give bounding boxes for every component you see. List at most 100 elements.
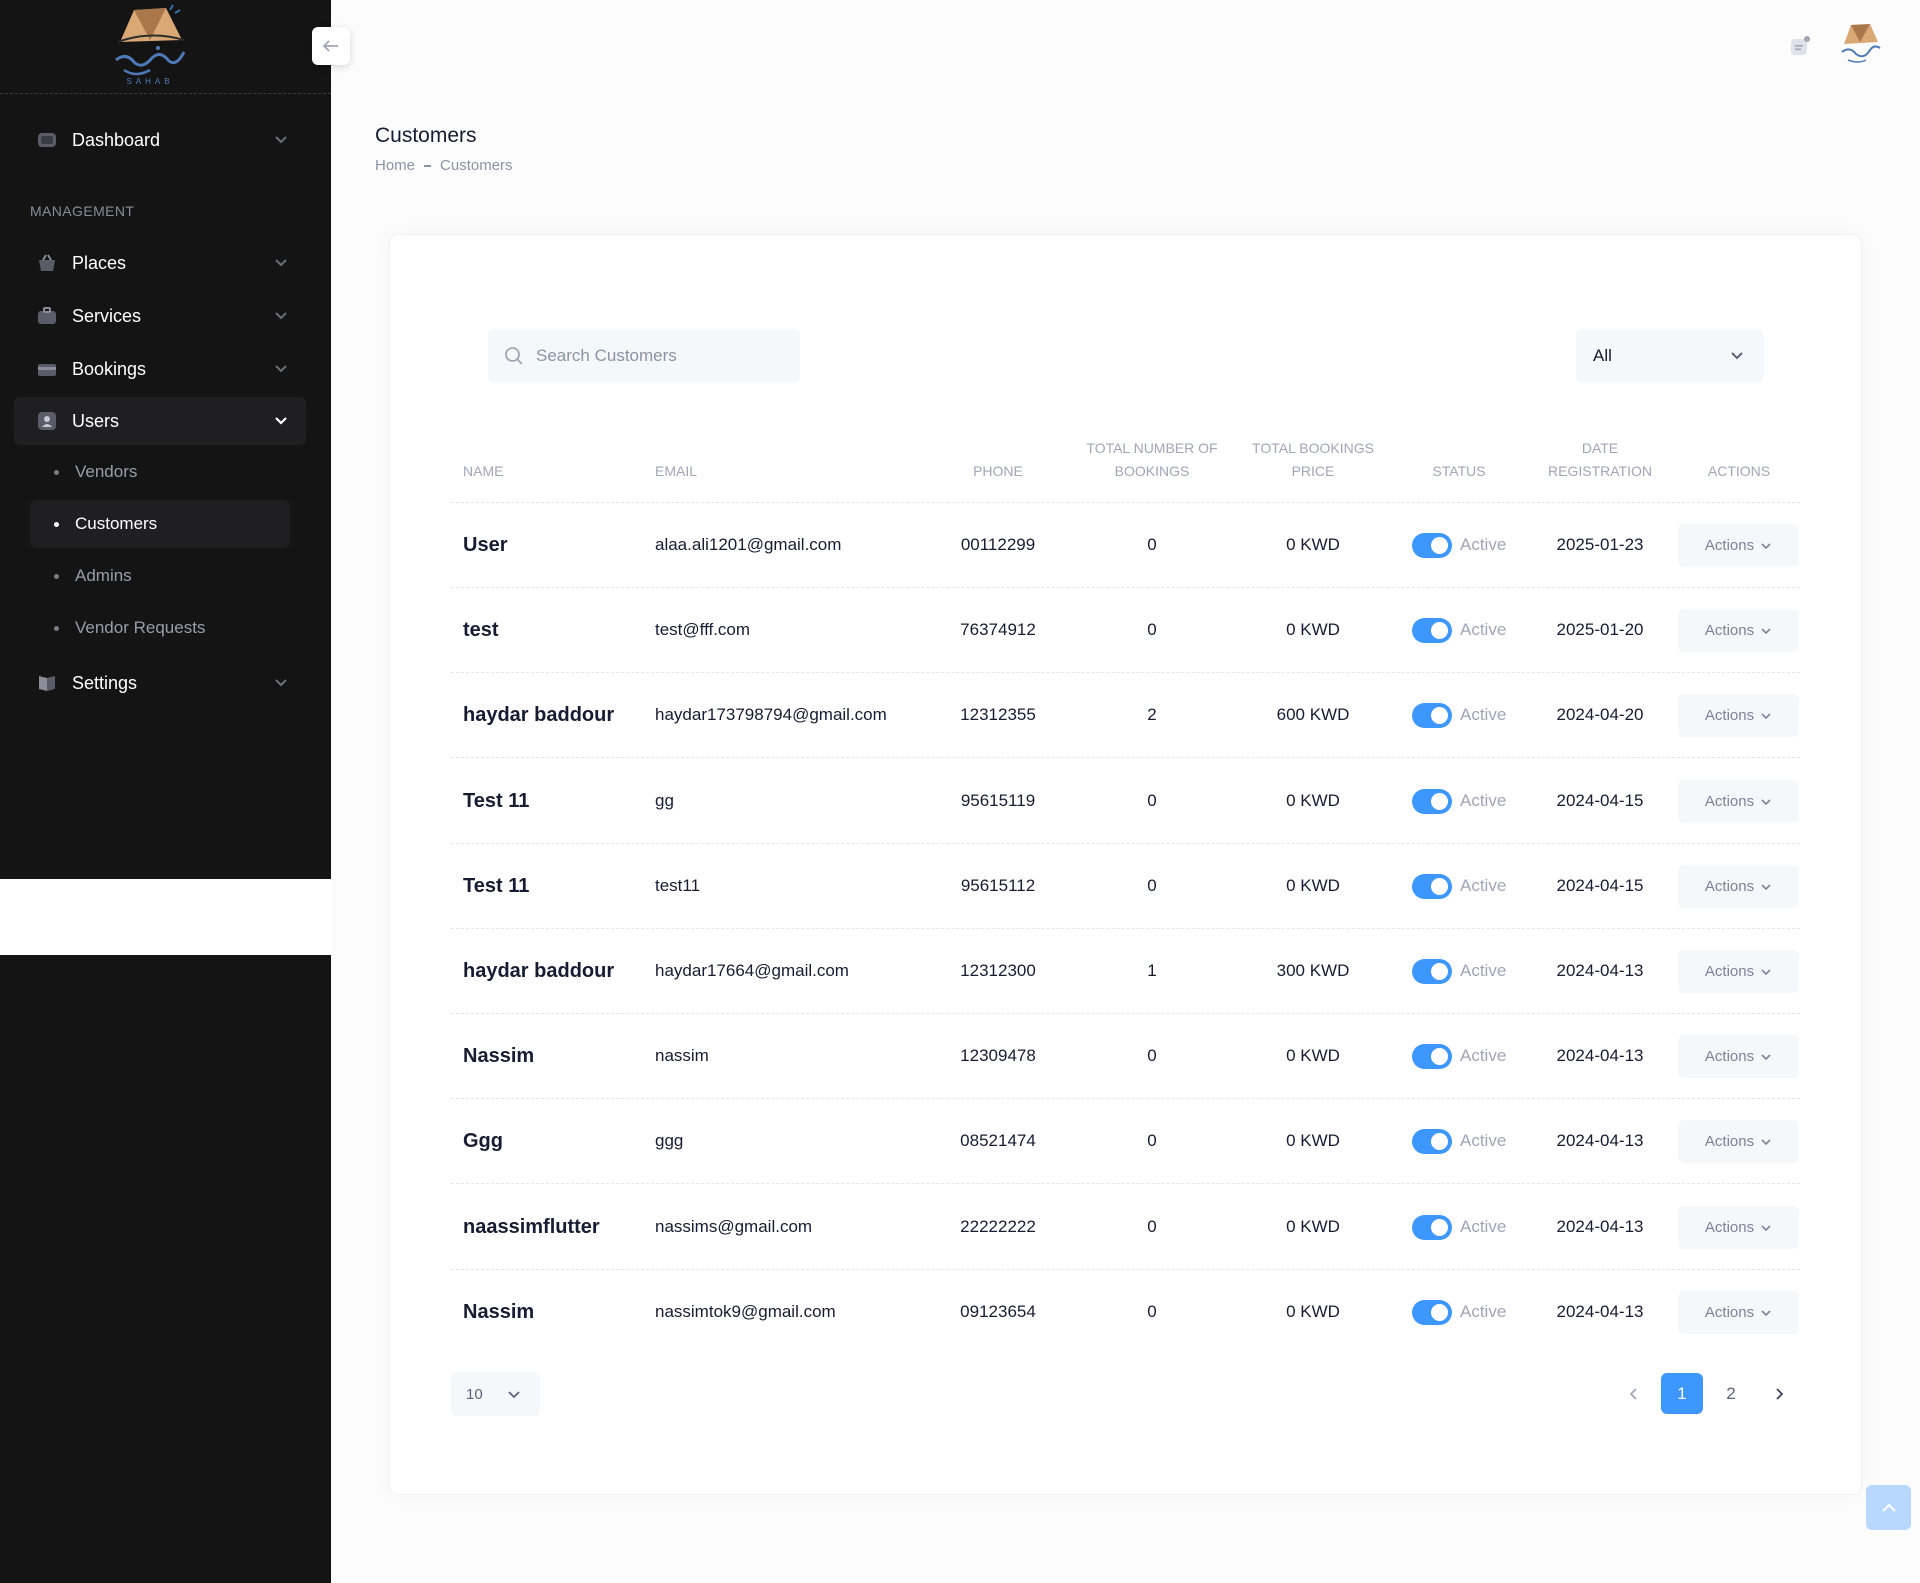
status-label: Active <box>1460 876 1507 895</box>
sidebar-item-settings[interactable]: Settings <box>14 659 306 707</box>
chevron-down-icon <box>1761 1309 1771 1316</box>
pagination-prev-button[interactable] <box>1613 1373 1655 1414</box>
sidebar-item-label: Services <box>72 305 142 326</box>
actions-button[interactable]: Actions <box>1678 609 1799 652</box>
status-toggle[interactable] <box>1412 1043 1452 1069</box>
registration-date: 2024-04-13 <box>1556 961 1644 980</box>
chevron-down-icon <box>275 136 287 144</box>
status-label: Active <box>1460 791 1507 810</box>
sidebar-item-dashboard[interactable]: Dashboard <box>14 116 306 164</box>
customer-email: gg <box>655 791 674 810</box>
sidebar-subitem-admins[interactable]: Admins <box>30 552 290 600</box>
scroll-to-top-button[interactable] <box>1866 1485 1911 1530</box>
status-toggle[interactable] <box>1412 873 1452 899</box>
table-row: naassimflutter nassims@gmail.com 2222222… <box>451 1185 1800 1270</box>
customer-bookings: 0 <box>1147 620 1157 639</box>
status-cell: Active <box>1412 929 1506 1013</box>
column-header-name: NAME <box>463 463 504 479</box>
sidebar-subitem-label: Admins <box>75 566 132 585</box>
actions-button[interactable]: Actions <box>1678 865 1799 908</box>
status-toggle[interactable] <box>1412 1214 1452 1240</box>
status-cell: Active <box>1412 588 1506 672</box>
sidebar-item-label: Bookings <box>72 358 147 379</box>
sidebar-subitem-label: Vendors <box>75 462 138 481</box>
customer-total-price: 300 KWD <box>1276 961 1350 980</box>
sidebar-subitem-vendors[interactable]: Vendors <box>30 448 290 496</box>
status-toggle[interactable] <box>1412 958 1452 984</box>
sidebar-item-services[interactable]: Services <box>14 292 306 340</box>
column-header-date-line2: REGISTRATION <box>1548 463 1652 479</box>
customer-bookings: 0 <box>1147 1046 1157 1065</box>
search-icon <box>505 347 523 365</box>
table-row: Nassim nassimtok9@gmail.com 09123654 0 0… <box>451 1270 1800 1355</box>
table-row: User alaa.ali1201@gmail.com 00112299 0 0… <box>451 503 1800 588</box>
sidebar-item-users[interactable]: Users <box>14 397 306 445</box>
sidebar-item-bookings[interactable]: Bookings <box>14 345 306 393</box>
bullet-icon <box>54 573 59 579</box>
breadcrumb: Home Customers <box>375 157 513 174</box>
bullet-icon <box>54 469 59 475</box>
status-label: Active <box>1460 1131 1507 1150</box>
sidebar-subitem-customers[interactable]: Customers <box>30 500 290 548</box>
search-input[interactable] <box>536 346 786 366</box>
status-filter-select[interactable]: All <box>1576 329 1764 383</box>
actions-button[interactable]: Actions <box>1678 524 1799 567</box>
page-title: Customers <box>375 124 477 147</box>
column-header-bookings: TOTAL NUMBER OF BOOKINGS <box>1072 437 1232 483</box>
status-toggle[interactable] <box>1412 1128 1452 1154</box>
actions-button[interactable]: Actions <box>1678 1120 1799 1163</box>
sidebar-item-places[interactable]: Places <box>14 239 306 287</box>
search-box[interactable] <box>488 329 800 383</box>
sidebar-item-label: Dashboard <box>72 129 161 150</box>
status-cell: Active <box>1412 503 1506 587</box>
status-toggle[interactable] <box>1412 532 1452 558</box>
status-label: Active <box>1460 1217 1507 1236</box>
status-toggle[interactable] <box>1412 702 1452 728</box>
page-size-select[interactable]: 10 <box>451 1372 540 1416</box>
actions-button[interactable]: Actions <box>1678 1206 1799 1249</box>
pagination-page-1[interactable]: 1 <box>1661 1373 1703 1414</box>
table-row: Nassim nassim 12309478 0 0 KWD Active 20… <box>451 1014 1800 1099</box>
breadcrumb-separator <box>424 164 432 167</box>
logo-area: SAHAB <box>0 0 331 94</box>
column-header-email: EMAIL <box>655 463 698 479</box>
chevron-down-icon <box>1761 968 1771 975</box>
sidebar-subitem-vendor-requests[interactable]: Vendor Requests <box>30 604 290 652</box>
chevron-down-icon <box>1761 798 1771 805</box>
actions-button[interactable]: Actions <box>1678 1035 1799 1078</box>
user-avatar[interactable] <box>1838 22 1884 68</box>
actions-button[interactable]: Actions <box>1678 694 1799 737</box>
actions-button[interactable]: Actions <box>1678 1291 1799 1334</box>
pagination-next-button[interactable] <box>1758 1373 1800 1414</box>
customer-name: test <box>463 618 499 641</box>
briefcase-icon <box>36 306 58 326</box>
sidebar-collapse-button[interactable] <box>312 27 350 65</box>
chevron-down-icon <box>275 365 287 373</box>
column-header-date-line1: DATE <box>1581 440 1619 456</box>
customer-phone: 08521474 <box>960 1131 1036 1150</box>
breadcrumb-home[interactable]: Home <box>375 157 415 174</box>
wallet-icon <box>36 359 58 379</box>
pagination-page-2[interactable]: 2 <box>1710 1373 1752 1414</box>
actions-label: Actions <box>1704 707 1755 724</box>
actions-label: Actions <box>1704 963 1755 980</box>
status-cell: Active <box>1412 1099 1506 1183</box>
sidebar: SAHAB Dashboard MANAGEMENT Places Servic… <box>0 0 331 1583</box>
column-header-price-line2: PRICE <box>1291 463 1335 479</box>
column-header-price-line1: TOTAL BOOKINGS <box>1252 440 1374 456</box>
chevron-down-icon <box>1761 712 1771 719</box>
registration-date: 2024-04-13 <box>1556 1131 1644 1150</box>
actions-button[interactable]: Actions <box>1678 950 1799 993</box>
customer-total-price: 0 KWD <box>1286 1046 1340 1065</box>
status-toggle[interactable] <box>1412 788 1452 814</box>
chevron-down-icon <box>1761 1138 1771 1145</box>
status-toggle[interactable] <box>1412 617 1452 643</box>
status-toggle[interactable] <box>1412 1299 1452 1325</box>
breadcrumb-current: Customers <box>440 157 513 174</box>
customer-name: User <box>463 533 508 556</box>
user-icon <box>36 411 58 431</box>
actions-button[interactable]: Actions <box>1678 780 1799 823</box>
chevron-down-icon <box>275 417 287 425</box>
notifications-button[interactable] <box>1789 35 1811 57</box>
actions-label: Actions <box>1704 793 1755 810</box>
